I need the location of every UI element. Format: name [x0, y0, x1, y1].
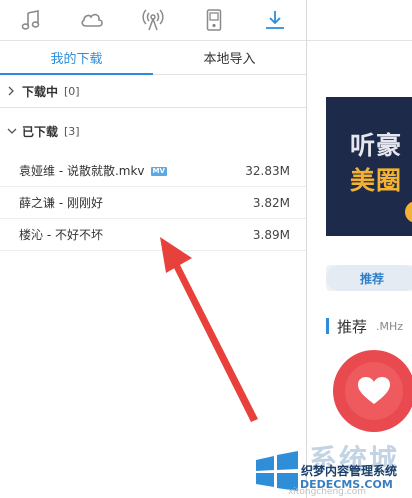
- section-title: 下载中: [22, 84, 59, 99]
- section-downloaded[interactable]: 已下载 [3]: [0, 114, 306, 148]
- section-title: 已下载: [22, 124, 59, 139]
- download-icon[interactable]: [244, 0, 305, 40]
- divider: [0, 107, 306, 108]
- right-topbar: [307, 0, 412, 41]
- heart-icon: [345, 362, 403, 420]
- chevron-down-icon: [7, 127, 17, 135]
- chevron-right-icon: [7, 86, 17, 96]
- download-item[interactable]: 薛之谦 - 刚刚好 3.82M: [0, 187, 306, 219]
- file-size: 32.83M: [245, 163, 290, 178]
- banner-dot: [405, 201, 412, 223]
- recommend-tab-strip: 推荐: [326, 265, 412, 291]
- tab-label: 我的下载: [50, 51, 103, 67]
- song-name: 楼沁 - 不好不坏: [19, 228, 103, 242]
- recommend-button[interactable]: 推荐: [326, 265, 412, 291]
- favorite-radio-button[interactable]: [333, 350, 412, 432]
- banner-text-line1: 听豪: [350, 131, 403, 160]
- radio-icon[interactable]: [122, 0, 183, 40]
- recommend-subtitle: .MHz: [376, 320, 404, 333]
- section-accent-bar: [326, 318, 329, 334]
- device-icon[interactable]: [183, 0, 244, 40]
- download-panel: 我的下载 本地导入 下载中 [0] 已下载 [3] 袁娅维 - 说散就散.mkv…: [0, 0, 307, 498]
- recommend-panel: 听豪 美圈 推荐 推荐 .MHz: [307, 0, 412, 498]
- tab-label: 本地导入: [203, 51, 256, 67]
- cloud-icon[interactable]: [61, 0, 122, 40]
- tab-my-downloads[interactable]: 我的下载: [0, 40, 153, 75]
- download-item[interactable]: 袁娅维 - 说散就散.mkv MV 32.83M: [0, 155, 306, 187]
- song-name: 袁娅维 - 说散就散.mkv: [19, 164, 145, 178]
- promo-banner[interactable]: 听豪 美圈: [326, 97, 412, 236]
- banner-text-line2: 美圈: [350, 166, 403, 195]
- download-item[interactable]: 楼沁 - 不好不坏 3.89M: [0, 219, 306, 251]
- section-downloading[interactable]: 下载中 [0]: [0, 74, 306, 108]
- song-name: 薛之谦 - 刚刚好: [19, 196, 103, 210]
- download-tabs: 我的下载 本地导入: [0, 40, 306, 75]
- music-note-icon[interactable]: [0, 0, 61, 40]
- recommend-title: 推荐: [337, 318, 368, 336]
- tab-local-import[interactable]: 本地导入: [153, 40, 306, 74]
- watermark-text: 织梦内容管理系统: [301, 464, 398, 478]
- section-count: [3]: [64, 124, 80, 138]
- watermark-url-secondary: xitongcheng.com: [288, 487, 366, 497]
- song-name-cell: 袁娅维 - 说散就散.mkv MV: [19, 162, 167, 179]
- file-size: 3.89M: [252, 227, 290, 242]
- mv-badge[interactable]: MV: [150, 167, 167, 176]
- file-size: 3.82M: [252, 195, 290, 210]
- nav-icon-bar: [0, 0, 306, 41]
- section-count: [0]: [64, 84, 80, 98]
